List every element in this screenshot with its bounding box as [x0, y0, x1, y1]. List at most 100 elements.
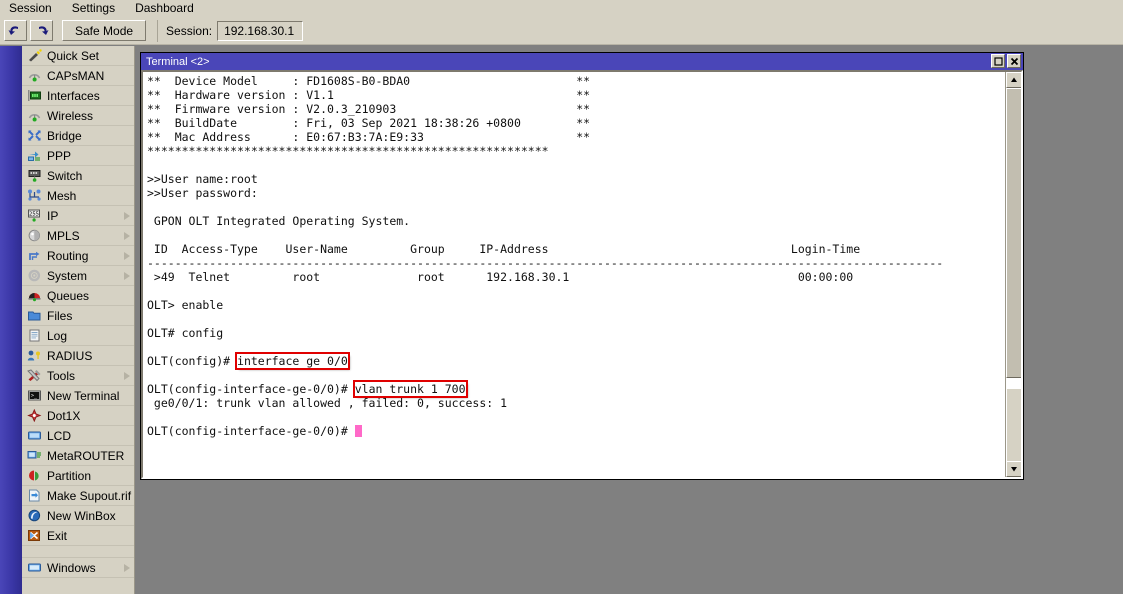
- scrollbar-thumb[interactable]: [1006, 88, 1022, 378]
- antenna-icon: [26, 108, 43, 123]
- terminal-login: >>User name:root >>User password: GPON O…: [147, 172, 410, 228]
- terminal-body[interactable]: ** Device Model : FD1608S-B0-BDA0 ** ** …: [141, 70, 1023, 479]
- sidebar-item-dot1x[interactable]: Dot1X: [22, 406, 134, 426]
- dot1x-icon: [26, 408, 43, 423]
- sidebar-item-bridge[interactable]: Bridge: [22, 126, 134, 146]
- sidebar-item-label: System: [47, 269, 124, 283]
- safe-mode-button[interactable]: Safe Mode: [62, 20, 146, 41]
- sidebar-item-lcd[interactable]: LCD: [22, 426, 134, 446]
- winbox-app: Session Settings Dashboard Safe Mode Ses…: [0, 0, 1123, 594]
- sidebar-item-label: Bridge: [47, 129, 134, 143]
- svg-text:255: 255: [29, 212, 39, 218]
- chevron-right-icon: [124, 272, 130, 280]
- sidebar-gap: [22, 546, 134, 558]
- undo-button[interactable]: [4, 20, 27, 41]
- lcd-icon: [26, 428, 43, 443]
- tools-icon: [26, 368, 43, 383]
- sidebar-item-ppp[interactable]: PPP: [22, 146, 134, 166]
- sidebar: Quick Set CAPsMAN Interfaces Wireless Br: [22, 46, 135, 594]
- menu-session[interactable]: Session: [6, 0, 55, 17]
- ppp-icon: [26, 148, 43, 163]
- sidebar-item-queues[interactable]: Queues: [22, 286, 134, 306]
- sidebar-item-mpls[interactable]: MPLS: [22, 226, 134, 246]
- redo-button[interactable]: [30, 20, 53, 41]
- sidebar-item-label: New WinBox: [47, 509, 134, 523]
- sidebar-item-wireless[interactable]: Wireless: [22, 106, 134, 126]
- terminal-title-label: Terminal <2>: [146, 56, 210, 68]
- sidebar-item-capsman[interactable]: CAPsMAN: [22, 66, 134, 86]
- sidebar-item-quick-set[interactable]: Quick Set: [22, 46, 134, 66]
- sidebar-item-new-winbox[interactable]: New WinBox: [22, 506, 134, 526]
- terminal-banner: ** Device Model : FD1608S-B0-BDA0 ** ** …: [147, 74, 590, 158]
- scroll-down-arrow-icon: [1010, 465, 1018, 473]
- sidebar-item-label: Interfaces: [47, 89, 134, 103]
- window-controls: [991, 54, 1021, 68]
- sidebar-item-label: PPP: [47, 149, 134, 163]
- scroll-up-arrow-icon: [1010, 76, 1018, 84]
- sidebar-item-label: Tools: [47, 369, 124, 383]
- sidebar-item-label: MPLS: [47, 229, 124, 243]
- sidebar-item-label: LCD: [47, 429, 134, 443]
- terminal-table-header: ID Access-Type User-Name Group IP-Addres…: [147, 242, 860, 256]
- sidebar-item-metarouter[interactable]: MetaROUTER: [22, 446, 134, 466]
- sidebar-item-files[interactable]: Files: [22, 306, 134, 326]
- terminal-result-line: ge0/0/1: trunk vlan allowed , failed: 0,…: [147, 396, 507, 410]
- chevron-right-icon: [124, 232, 130, 240]
- sidebar-item-label: RADIUS: [47, 349, 134, 363]
- sidebar-item-tools[interactable]: Tools: [22, 366, 134, 386]
- sidebar-item-log[interactable]: Log: [22, 326, 134, 346]
- bridge-icon: [26, 128, 43, 143]
- sidebar-item-interfaces[interactable]: Interfaces: [22, 86, 134, 106]
- sidebar-item-exit[interactable]: Exit: [22, 526, 134, 546]
- sidebar-item-switch[interactable]: Switch: [22, 166, 134, 186]
- terminal-scrollbar[interactable]: [1005, 72, 1021, 477]
- sidebar-item-routing[interactable]: Routing: [22, 246, 134, 266]
- sidebar-item-label: Wireless: [47, 109, 134, 123]
- session-value-field[interactable]: 192.168.30.1: [217, 21, 303, 41]
- menu-dashboard[interactable]: Dashboard: [132, 0, 197, 17]
- sidebar-item-label: Queues: [47, 289, 134, 303]
- wand-icon: [26, 48, 43, 63]
- chevron-right-icon: [124, 564, 130, 572]
- redo-arrow-icon: [34, 24, 49, 37]
- scroll-up-button[interactable]: [1006, 72, 1022, 88]
- sidebar-item-windows[interactable]: Windows: [22, 558, 134, 578]
- sidebar-item-label: CAPsMAN: [47, 69, 134, 83]
- mpls-icon: [26, 228, 43, 243]
- terminal-prompt-4: OLT(config-interface-ge-0/0)#: [147, 382, 355, 396]
- sidebar-item-label: Files: [47, 309, 134, 323]
- menu-settings[interactable]: Settings: [69, 0, 118, 17]
- switch-icon: [26, 168, 43, 183]
- terminal-table-rule: ----------------------------------------…: [147, 256, 943, 270]
- undo-arrow-icon: [8, 24, 23, 37]
- gear-icon: [26, 268, 43, 283]
- sidebar-item-label: Partition: [47, 469, 134, 483]
- scrollbar-track[interactable]: [1006, 88, 1022, 461]
- sidebar-item-label: Windows: [47, 561, 124, 575]
- sidebar-item-make-supout[interactable]: Make Supout.rif: [22, 486, 134, 506]
- maximize-button[interactable]: [991, 54, 1005, 68]
- sidebar-item-ip[interactable]: 255 IP: [22, 206, 134, 226]
- log-icon: [26, 328, 43, 343]
- sidebar-item-new-terminal[interactable]: >_ New Terminal: [22, 386, 134, 406]
- terminal-titlebar[interactable]: Terminal <2>: [141, 53, 1023, 70]
- highlighted-command-vlan-trunk: vlan trunk 1 700: [355, 382, 466, 396]
- sidebar-item-partition[interactable]: Partition: [22, 466, 134, 486]
- terminal-window: Terminal <2> ** Device Model : FD1608S-B…: [140, 52, 1024, 480]
- antenna-icon: [26, 68, 43, 83]
- close-button[interactable]: [1007, 54, 1021, 68]
- terminal-output: ** Device Model : FD1608S-B0-BDA0 ** ** …: [147, 74, 999, 477]
- exit-icon: [26, 528, 43, 543]
- sidebar-item-label: Dot1X: [47, 409, 134, 423]
- scroll-down-button[interactable]: [1006, 461, 1022, 477]
- sidebar-item-radius[interactable]: RADIUS: [22, 346, 134, 366]
- windows-icon: [26, 560, 43, 575]
- sidebar-item-label: Exit: [47, 529, 134, 543]
- sidebar-item-system[interactable]: System: [22, 266, 134, 286]
- sidebar-item-mesh[interactable]: Mesh: [22, 186, 134, 206]
- sidebar-item-label: Quick Set: [47, 49, 134, 63]
- sidebar-item-label: Mesh: [47, 189, 134, 203]
- highlighted-command-interface: interface ge 0/0: [237, 354, 348, 368]
- svg-text:>_: >_: [31, 393, 38, 399]
- metarouter-icon: [26, 448, 43, 463]
